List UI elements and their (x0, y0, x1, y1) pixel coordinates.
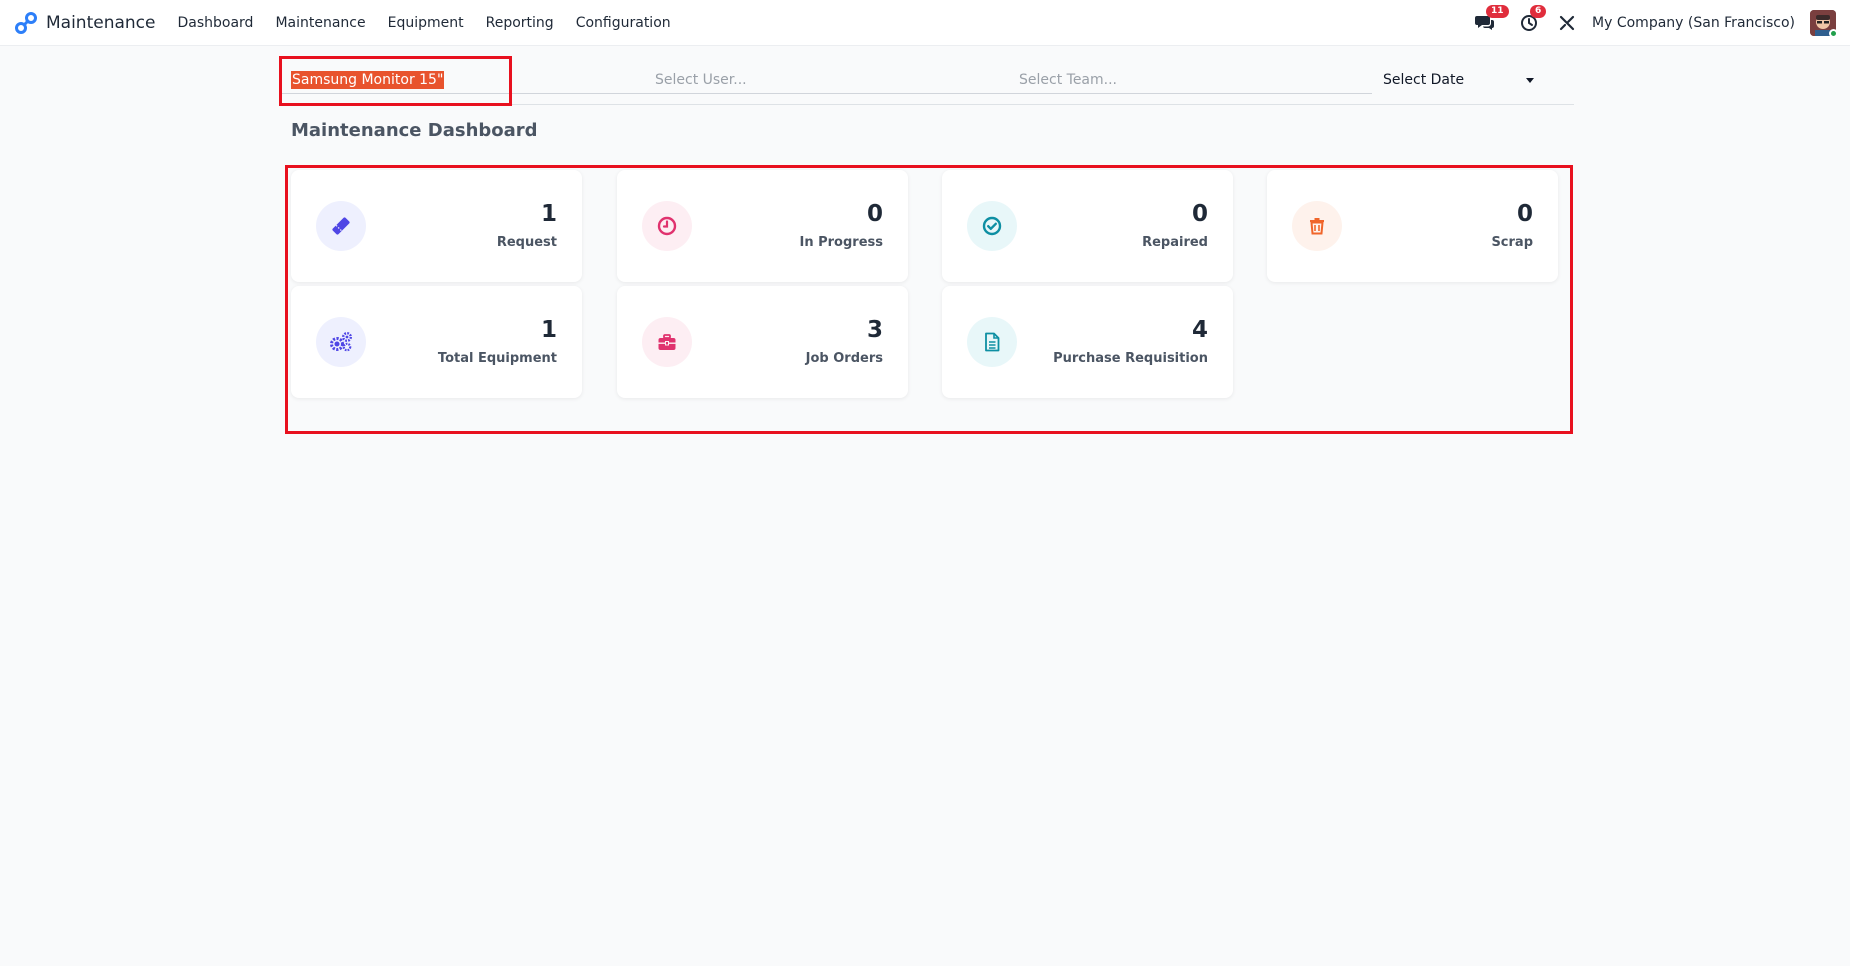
ticket-icon (332, 217, 350, 235)
company-switcher[interactable]: My Company (San Francisco) (1592, 15, 1795, 31)
clock-icon (657, 216, 677, 236)
card-repaired[interactable]: 0 Repaired (942, 170, 1233, 282)
date-filter-label: Select Date (1383, 72, 1465, 88)
user-filter-input[interactable]: Select User... (644, 66, 1008, 94)
user-avatar[interactable] (1810, 10, 1838, 38)
briefcase-icon (658, 334, 676, 350)
check-circle-icon (982, 216, 1002, 236)
card-job-orders-value: 3 (866, 317, 883, 343)
menu-dashboard[interactable]: Dashboard (177, 15, 253, 31)
menu-configuration[interactable]: Configuration (576, 15, 671, 31)
systray: 11 6 My Company (San Francisco) (1474, 0, 1850, 46)
menu-reporting[interactable]: Reporting (486, 15, 554, 31)
tools-icon (1559, 15, 1575, 31)
card-total-equipment-value: 1 (540, 317, 557, 343)
activities-button[interactable]: 6 (1518, 5, 1547, 34)
card-purchase-requisition-icon-wrap (967, 317, 1017, 367)
card-request[interactable]: 1 Request (291, 170, 582, 282)
document-icon (985, 332, 1000, 352)
card-total-equipment[interactable]: 1 Total Equipment (291, 286, 582, 398)
gears-icon (330, 332, 352, 352)
card-purchase-requisition-label: Purchase Requisition (1053, 351, 1208, 366)
page-title: Maintenance Dashboard (291, 120, 538, 141)
messages-count-badge: 11 (1486, 5, 1509, 18)
card-job-orders[interactable]: 3 Job Orders (617, 286, 908, 398)
menu-equipment[interactable]: Equipment (388, 15, 464, 31)
card-request-label: Request (496, 235, 557, 250)
menu-maintenance[interactable]: Maintenance (275, 15, 365, 31)
trash-icon (1310, 218, 1324, 235)
top-navbar: Maintenance Dashboard Maintenance Equipm… (0, 0, 1850, 46)
card-purchase-requisition-value: 4 (1191, 317, 1208, 343)
main-menu: Dashboard Maintenance Equipment Reportin… (177, 15, 692, 31)
card-in-progress[interactable]: 0 In Progress (617, 170, 908, 282)
card-repaired-value: 0 (1191, 201, 1208, 227)
card-scrap-value: 0 (1516, 201, 1533, 227)
app-brand[interactable]: Maintenance (14, 11, 155, 35)
card-request-icon-wrap (316, 201, 366, 251)
card-job-orders-label: Job Orders (805, 351, 883, 366)
card-repaired-label: Repaired (1142, 235, 1208, 250)
chevron-down-icon (1526, 78, 1534, 83)
tools-button[interactable] (1556, 12, 1578, 34)
maintenance-logo-icon (15, 11, 37, 34)
team-filter-input[interactable]: Select Team... (1008, 66, 1372, 94)
equipment-filter-input[interactable]: Samsung Monitor 15" (280, 66, 644, 94)
card-scrap-label: Scrap (1491, 235, 1533, 250)
equipment-filter-value: Samsung Monitor 15" (291, 71, 445, 89)
card-in-progress-icon-wrap (642, 201, 692, 251)
card-in-progress-label: In Progress (799, 235, 884, 250)
card-scrap-icon-wrap (1292, 201, 1342, 251)
card-job-orders-icon-wrap (642, 317, 692, 367)
app-name: Maintenance (46, 12, 156, 33)
card-request-value: 1 (540, 201, 557, 227)
card-total-equipment-label: Total Equipment (437, 351, 557, 366)
activities-count-badge: 6 (1530, 5, 1547, 18)
card-in-progress-value: 0 (866, 201, 883, 227)
card-scrap[interactable]: 0 Scrap (1267, 170, 1558, 282)
card-purchase-requisition[interactable]: 4 Purchase Requisition (942, 286, 1233, 398)
date-filter-select[interactable]: Select Date (1372, 66, 1544, 94)
card-repaired-icon-wrap (967, 201, 1017, 251)
card-total-equipment-icon-wrap (316, 317, 366, 367)
online-status-indicator (1829, 29, 1838, 38)
dashboard-filters: Samsung Monitor 15" Select User... Selec… (280, 56, 1574, 105)
messages-button[interactable]: 11 (1474, 5, 1509, 34)
